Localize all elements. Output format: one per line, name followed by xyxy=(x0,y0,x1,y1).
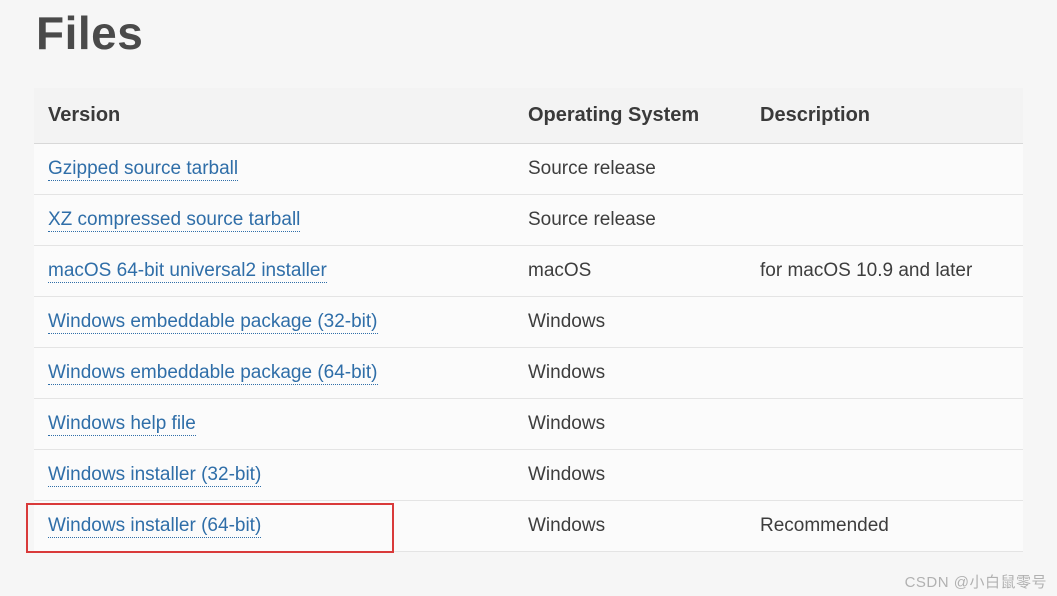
download-link[interactable]: Windows installer (32-bit) xyxy=(48,464,261,487)
version-cell: macOS 64-bit universal2 installer xyxy=(34,246,514,297)
version-cell: Windows installer (64-bit) xyxy=(34,501,514,552)
page-title: Files xyxy=(36,6,1023,60)
description-cell xyxy=(746,450,1023,501)
table-row: Windows embeddable package (64-bit) Windo… xyxy=(34,348,1023,399)
os-cell: Source release xyxy=(514,195,746,246)
version-cell: Windows help file xyxy=(34,399,514,450)
watermark: CSDN @小白鼠零号 xyxy=(905,571,1047,592)
download-link[interactable]: macOS 64-bit universal2 installer xyxy=(48,260,327,283)
description-cell: Recommended xyxy=(746,501,1023,552)
col-header-desc: Description xyxy=(746,88,1023,144)
table-row: Windows help file Windows xyxy=(34,399,1023,450)
col-header-os: Operating System xyxy=(514,88,746,144)
download-link[interactable]: Windows installer (64-bit) xyxy=(48,515,261,538)
table-row: Windows installer (32-bit) Windows xyxy=(34,450,1023,501)
description-cell xyxy=(746,399,1023,450)
files-table: Version Operating System Description Gzi… xyxy=(34,88,1023,552)
table-row: macOS 64-bit universal2 installer macOSfo… xyxy=(34,246,1023,297)
os-cell: Source release xyxy=(514,144,746,195)
description-cell xyxy=(746,348,1023,399)
download-link[interactable]: Gzipped source tarball xyxy=(48,158,238,181)
version-cell: Windows installer (32-bit) xyxy=(34,450,514,501)
description-cell: for macOS 10.9 and later xyxy=(746,246,1023,297)
description-cell xyxy=(746,297,1023,348)
version-cell: XZ compressed source tarball xyxy=(34,195,514,246)
description-cell xyxy=(746,195,1023,246)
version-cell: Windows embeddable package (32-bit) xyxy=(34,297,514,348)
table-row: Gzipped source tarball Source release xyxy=(34,144,1023,195)
download-link[interactable]: Windows embeddable package (32-bit) xyxy=(48,311,378,334)
version-cell: Gzipped source tarball xyxy=(34,144,514,195)
version-cell: Windows embeddable package (64-bit) xyxy=(34,348,514,399)
download-link[interactable]: Windows help file xyxy=(48,413,196,436)
os-cell: Windows xyxy=(514,297,746,348)
table-row: Windows embeddable package (32-bit) Windo… xyxy=(34,297,1023,348)
os-cell: Windows xyxy=(514,501,746,552)
col-header-version: Version xyxy=(34,88,514,144)
download-link[interactable]: XZ compressed source tarball xyxy=(48,209,300,232)
download-link[interactable]: Windows embeddable package (64-bit) xyxy=(48,362,378,385)
os-cell: Windows xyxy=(514,450,746,501)
os-cell: Windows xyxy=(514,348,746,399)
os-cell: macOS xyxy=(514,246,746,297)
table-row: XZ compressed source tarball Source relea… xyxy=(34,195,1023,246)
os-cell: Windows xyxy=(514,399,746,450)
table-row: Windows installer (64-bit) WindowsRecomme… xyxy=(34,501,1023,552)
description-cell xyxy=(746,144,1023,195)
